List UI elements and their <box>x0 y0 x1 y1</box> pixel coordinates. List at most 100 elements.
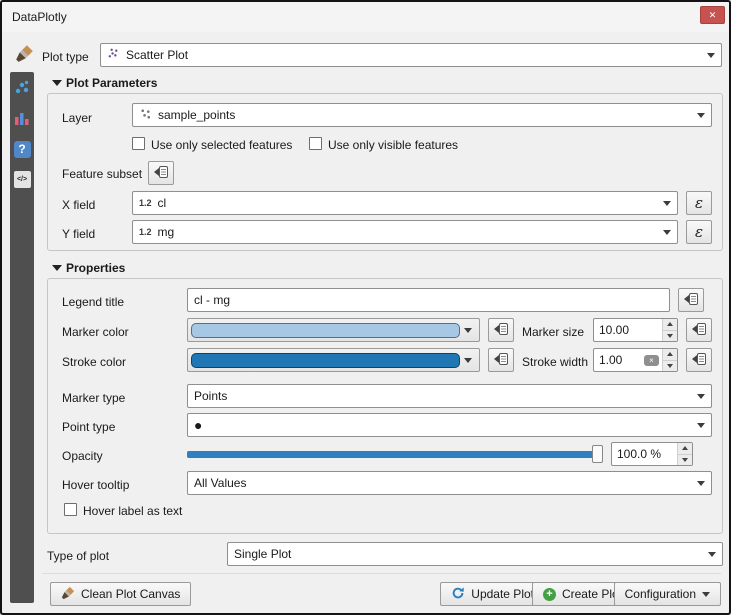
layer-value: sample_points <box>158 108 235 122</box>
chevron-down-icon <box>663 201 671 206</box>
opacity-slider[interactable] <box>187 442 603 466</box>
brush-icon <box>61 586 75 603</box>
configuration-button[interactable]: Configuration <box>614 582 721 606</box>
slider-handle[interactable] <box>592 445 603 463</box>
titlebar[interactable]: DataPlotly ✕ <box>2 2 729 32</box>
marker-type-combobox[interactable]: Points <box>187 384 712 408</box>
chevron-down-icon <box>697 394 705 399</box>
plot-parameters-header[interactable]: Plot Parameters <box>66 76 157 90</box>
hover-tooltip-value: All Values <box>194 476 246 490</box>
sidebar: ? </> <box>10 72 34 603</box>
sidebar-item-code[interactable]: </> <box>13 170 31 188</box>
legend-title-override-button[interactable] <box>678 288 704 312</box>
point-layer-icon <box>139 107 152 123</box>
marker-size-label: Marker size <box>522 324 584 340</box>
sidebar-item-plot-canvas[interactable] <box>13 110 31 128</box>
clean-plot-canvas-label: Clean Plot Canvas <box>81 587 180 601</box>
bar-chart-icon <box>13 109 31 130</box>
stroke-color-swatch <box>191 353 460 368</box>
close-icon: ✕ <box>709 10 717 21</box>
point-type-label: Point type <box>62 419 115 435</box>
decimal-field-icon: 1.2 <box>139 198 152 208</box>
code-icon: </> <box>14 171 31 188</box>
stroke-width-label: Stroke width <box>522 354 588 370</box>
plot-type-combobox[interactable]: Scatter Plot <box>100 43 722 67</box>
brush-icon <box>14 44 35 66</box>
layer-combobox[interactable]: sample_points <box>132 103 712 127</box>
sidebar-item-plot-settings[interactable] <box>13 80 31 98</box>
properties-header[interactable]: Properties <box>66 261 125 275</box>
spin-down-button[interactable] <box>663 361 677 372</box>
filled-circle-icon: ● <box>194 418 202 432</box>
legend-title-input[interactable] <box>187 288 670 312</box>
data-defined-override-icon <box>683 291 699 310</box>
expression-epsilon-icon: ε <box>695 223 703 241</box>
use-selected-features-checkbox[interactable] <box>132 137 145 150</box>
stroke-width-value: 1.00 <box>594 353 644 367</box>
opacity-spinbox[interactable]: 100.0 % <box>611 442 693 466</box>
triangle-down-icon <box>667 334 673 338</box>
scatter-plot-icon <box>107 47 120 63</box>
update-plot-button[interactable]: Update Plot <box>440 582 545 606</box>
hover-label-as-text-label: Hover label as text <box>83 503 182 519</box>
marker-color-swatch <box>191 323 460 338</box>
dataplotly-dialog: DataPlotly ✕ Plot type Scatter Plot <box>0 0 731 615</box>
marker-color-button[interactable] <box>187 318 480 342</box>
spin-up-button[interactable] <box>663 319 677 331</box>
stroke-width-override-button[interactable] <box>686 348 712 372</box>
y-field-expression-button[interactable]: ε <box>686 220 712 244</box>
triangle-up-icon <box>667 322 673 326</box>
chevron-down-icon <box>697 113 705 118</box>
marker-color-override-button[interactable] <box>488 318 514 342</box>
feature-subset-label: Feature subset <box>62 166 142 182</box>
plot-type-value: Scatter Plot <box>126 48 188 62</box>
type-of-plot-combobox[interactable]: Single Plot <box>227 542 723 566</box>
data-defined-override-icon <box>493 321 509 340</box>
x-field-expression-button[interactable]: ε <box>686 191 712 215</box>
close-button[interactable]: ✕ <box>700 6 725 24</box>
hover-label-as-text-checkbox[interactable] <box>64 503 77 516</box>
marker-size-spinbox[interactable]: 10.00 <box>593 318 678 342</box>
sidebar-item-help[interactable]: ? <box>13 140 31 158</box>
x-field-value: cl <box>158 196 167 210</box>
clear-value-icon[interactable]: × <box>644 355 659 366</box>
stroke-color-button[interactable] <box>187 348 480 372</box>
use-visible-features-checkbox[interactable] <box>309 137 322 150</box>
x-field-combobox[interactable]: 1.2 cl <box>132 191 678 215</box>
decimal-field-icon: 1.2 <box>139 227 152 237</box>
triangle-down-icon <box>682 458 688 462</box>
triangle-down-icon <box>667 364 673 368</box>
chevron-down-icon <box>707 53 715 58</box>
clean-plot-canvas-button[interactable]: Clean Plot Canvas <box>50 582 191 606</box>
spin-down-button[interactable] <box>663 331 677 342</box>
refresh-icon <box>451 586 465 603</box>
spin-up-button[interactable] <box>678 443 692 455</box>
marker-size-override-button[interactable] <box>686 318 712 342</box>
type-of-plot-label: Type of plot <box>47 548 109 564</box>
help-icon: ? <box>14 141 31 158</box>
y-field-value: mg <box>158 225 175 239</box>
collapse-arrow-icon[interactable] <box>52 265 62 271</box>
feature-subset-override-button[interactable] <box>148 161 174 185</box>
triangle-up-icon <box>667 352 673 356</box>
use-visible-features-label: Use only visible features <box>328 137 458 153</box>
marker-type-value: Points <box>194 389 227 403</box>
y-field-combobox[interactable]: 1.2 mg <box>132 220 678 244</box>
use-selected-features-label: Use only selected features <box>151 137 292 153</box>
stroke-color-label: Stroke color <box>62 354 126 370</box>
spin-down-button[interactable] <box>678 455 692 466</box>
chevron-down-icon <box>464 358 472 363</box>
update-plot-label: Update Plot <box>471 587 534 601</box>
hover-tooltip-label: Hover tooltip <box>62 477 129 493</box>
hover-tooltip-combobox[interactable]: All Values <box>187 471 712 495</box>
marker-color-label: Marker color <box>62 324 129 340</box>
data-defined-override-icon <box>691 351 707 370</box>
collapse-arrow-icon[interactable] <box>52 80 62 86</box>
opacity-label: Opacity <box>62 448 103 464</box>
point-type-combobox[interactable]: ● <box>187 413 712 437</box>
scatter-dots-icon <box>13 79 31 100</box>
stroke-width-spinbox[interactable]: 1.00 × <box>593 348 678 372</box>
spin-up-button[interactable] <box>663 349 677 361</box>
data-defined-override-icon <box>691 321 707 340</box>
stroke-color-override-button[interactable] <box>488 348 514 372</box>
